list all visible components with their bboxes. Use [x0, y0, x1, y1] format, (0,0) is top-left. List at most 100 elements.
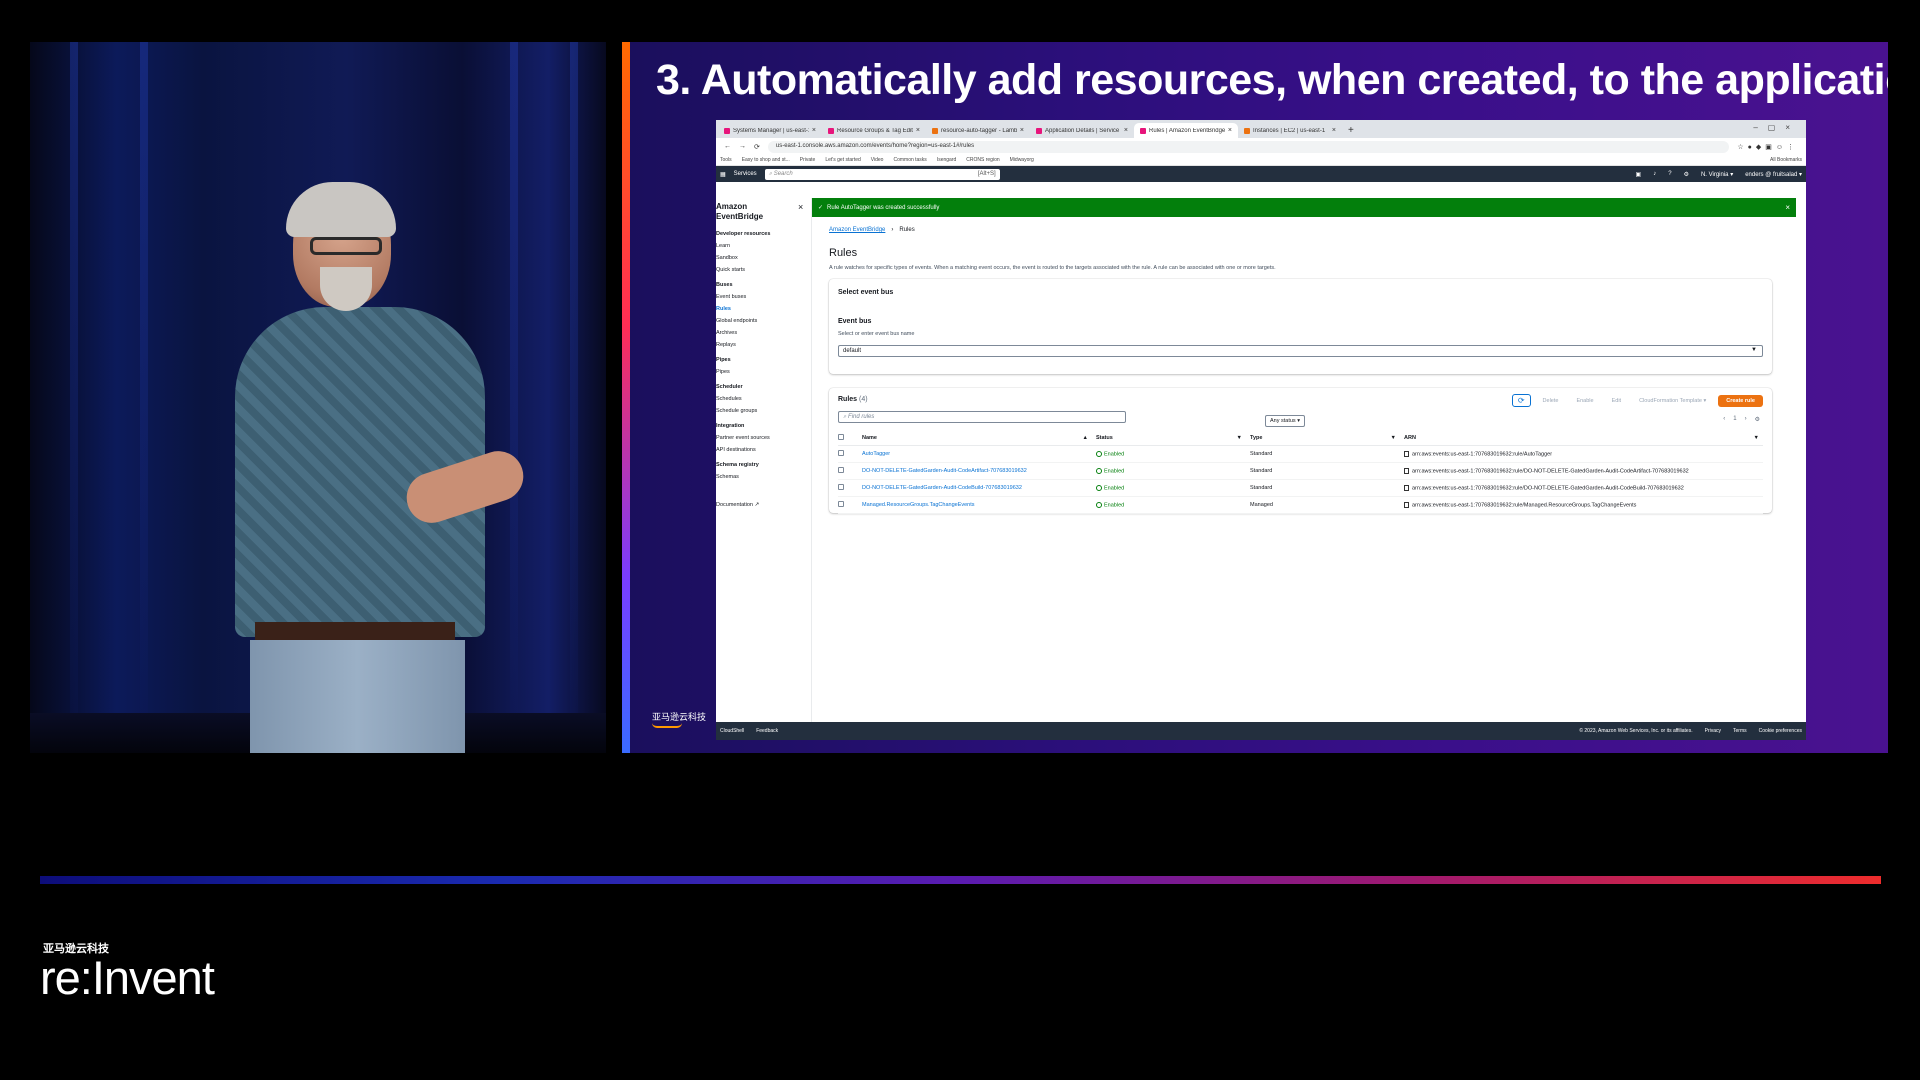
terms-link[interactable]: Terms	[1733, 728, 1747, 734]
edit-button[interactable]: Edit	[1606, 395, 1627, 407]
browser-toolbar-icons[interactable]: ☆●◆▣☺⋮	[1737, 143, 1798, 151]
bookmark-item[interactable]: Common tasks	[893, 157, 926, 163]
sidebar-item-schemas[interactable]: Schemas	[716, 474, 811, 480]
bell-icon[interactable]: ♪	[1653, 171, 1656, 177]
bookmark-item[interactable]: Video	[871, 157, 884, 163]
bookmark-item[interactable]: Isengard	[937, 157, 956, 163]
sidebar-item-replays[interactable]: Replays	[716, 342, 811, 348]
account-menu[interactable]: enders @ fruitsalad ▾	[1745, 171, 1802, 178]
delete-button[interactable]: Delete	[1537, 395, 1565, 407]
find-rules-input[interactable]: ⌕ Find rules	[838, 411, 1126, 423]
aws-logo-icon[interactable]: ▦	[720, 171, 726, 178]
back-icon[interactable]: ←	[724, 143, 731, 150]
column-header-type[interactable]: Type ▼	[1250, 431, 1404, 446]
column-header-status[interactable]: Status ▼	[1096, 431, 1250, 446]
cloudshell-link[interactable]: CloudShell	[720, 728, 744, 734]
close-icon[interactable]: ×	[1020, 127, 1024, 134]
cookie-preferences-link[interactable]: Cookie preferences	[1759, 728, 1802, 734]
sidebar-item-api-destinations[interactable]: API destinations	[716, 447, 811, 453]
browser-tab[interactable]: resource-auto-tagger - Lambda ×	[926, 123, 1030, 138]
reload-icon[interactable]: ⟳	[754, 143, 760, 151]
sidebar-item-global-endpoints[interactable]: Global endpoints	[716, 318, 811, 324]
bookmark-item[interactable]: Let's get started	[825, 157, 860, 163]
sidebar-item-schedules[interactable]: Schedules	[716, 396, 811, 402]
copy-icon[interactable]	[1404, 450, 1409, 457]
browser-tab[interactable]: Application Details | Service Ca ×	[1030, 123, 1134, 138]
breadcrumb: Amazon EventBridge › Rules	[829, 227, 1796, 233]
privacy-link[interactable]: Privacy	[1705, 728, 1721, 734]
chevron-left-icon[interactable]: ‹	[1723, 416, 1725, 423]
copy-icon[interactable]	[1404, 467, 1409, 474]
rule-arn: arn:aws:events:us-east-1:707683019632:ru…	[1404, 445, 1763, 463]
dismiss-icon[interactable]: ×	[1785, 203, 1790, 212]
url-field[interactable]: us-east-1.console.aws.amazon.com/events/…	[767, 140, 1730, 153]
page-description: A rule watches for specific types of eve…	[829, 265, 1276, 271]
column-header-name[interactable]: Name ▲	[862, 431, 1096, 446]
status-filter-select[interactable]: Any status ▾	[1265, 415, 1305, 427]
row-checkbox[interactable]	[838, 467, 844, 473]
copy-icon[interactable]	[1404, 484, 1409, 491]
caret-down-icon: ▼	[1751, 347, 1757, 353]
page-number[interactable]: 1	[1733, 416, 1736, 423]
bookmark-item[interactable]: CRONS region	[966, 157, 999, 163]
select-all-checkbox[interactable]	[838, 434, 844, 440]
bookmark-item[interactable]: Private	[800, 157, 816, 163]
rule-name-link[interactable]: DO-NOT-DELETE-GatedGarden-Audit-CodeArti…	[862, 462, 1096, 480]
row-checkbox[interactable]	[838, 450, 844, 456]
services-menu[interactable]: Services	[734, 171, 757, 177]
copy-icon[interactable]	[1404, 501, 1409, 508]
rule-name-link[interactable]: Managed.ResourceGroups.TagChangeEvents	[862, 496, 1096, 514]
chevron-right-icon[interactable]: ›	[1745, 416, 1747, 423]
row-checkbox[interactable]	[838, 484, 844, 490]
sidebar-item-documentation[interactable]: Documentation ↗	[716, 502, 811, 508]
close-icon[interactable]: ×	[812, 127, 816, 134]
new-tab-button[interactable]: +	[1342, 125, 1360, 138]
forward-icon[interactable]: →	[739, 143, 746, 150]
column-header-arn[interactable]: ARN ▼	[1404, 431, 1763, 446]
close-icon[interactable]: ×	[916, 127, 920, 134]
sidebar-item-sandbox[interactable]: Sandbox	[716, 255, 811, 261]
event-bus-select[interactable]: default ▼	[838, 345, 1763, 357]
cloudshell-icon[interactable]: ▣	[1636, 171, 1642, 178]
tab-favicon-icon	[1036, 127, 1042, 134]
browser-tab[interactable]: Resource Groups & Tag Editor |×	[822, 123, 926, 138]
sidebar-item-event-buses[interactable]: Event buses	[716, 294, 811, 300]
gear-icon[interactable]: ⚙	[1755, 416, 1760, 423]
feedback-link[interactable]: Feedback	[756, 728, 778, 734]
bookmark-item[interactable]: Midwayorg	[1010, 157, 1034, 163]
browser-tab[interactable]: Systems Manager | us-east-1 ×	[718, 123, 822, 138]
table-row[interactable]: DO-NOT-DELETE-GatedGarden-Audit-CodeBuil…	[838, 479, 1763, 497]
close-icon[interactable]: ×	[1124, 127, 1128, 134]
sidebar-item-pipes[interactable]: Pipes	[716, 369, 811, 375]
close-icon[interactable]: ×	[1228, 127, 1232, 134]
bookmark-item[interactable]: Tools	[720, 157, 732, 163]
table-row[interactable]: AutoTagger Enabled Standard arn:aws:even…	[838, 445, 1763, 463]
console-search-input[interactable]: ⌕ Search [Alt+S]	[764, 168, 1000, 180]
rule-name-link[interactable]: AutoTagger	[862, 445, 1096, 463]
browser-tab[interactable]: Instances | EC2 | us-east-1 ×	[1238, 123, 1342, 138]
bookmark-item[interactable]: Easy to shop and st...	[742, 157, 790, 163]
cloudformation-template-button[interactable]: CloudFormation Template ▾	[1633, 395, 1712, 407]
row-checkbox[interactable]	[838, 501, 844, 507]
table-row[interactable]: DO-NOT-DELETE-GatedGarden-Audit-CodeArti…	[838, 462, 1763, 480]
rule-name-link[interactable]: DO-NOT-DELETE-GatedGarden-Audit-CodeBuil…	[862, 479, 1096, 497]
all-bookmarks[interactable]: All Bookmarks	[1770, 157, 1802, 163]
breadcrumb-root[interactable]: Amazon EventBridge	[829, 227, 885, 233]
table-row[interactable]: Managed.ResourceGroups.TagChangeEvents E…	[838, 496, 1763, 514]
sidebar-item-learn[interactable]: Learn	[716, 243, 811, 249]
sidebar-item-schedule-groups[interactable]: Schedule groups	[716, 408, 811, 414]
gear-icon[interactable]: ⚙	[1684, 171, 1689, 178]
sidebar-item-partner-event-sources[interactable]: Partner event sources	[716, 435, 811, 441]
enable-button[interactable]: Enable	[1570, 395, 1599, 407]
region-selector[interactable]: N. Virginia ▾	[1701, 171, 1733, 178]
create-rule-button[interactable]: Create rule	[1718, 394, 1763, 407]
help-icon[interactable]: ?	[1668, 171, 1671, 177]
refresh-button[interactable]: ⟳	[1511, 394, 1531, 407]
sidebar-item-quick-starts[interactable]: Quick starts	[716, 267, 811, 273]
close-icon[interactable]: ×	[798, 202, 803, 212]
browser-tab-active[interactable]: Rules | Amazon EventBridge | u×	[1134, 123, 1238, 138]
sidebar-item-rules[interactable]: Rules	[716, 306, 811, 312]
window-controls[interactable]: –▢×	[1753, 123, 1800, 132]
close-icon[interactable]: ×	[1332, 127, 1336, 134]
sidebar-item-archives[interactable]: Archives	[716, 330, 811, 336]
